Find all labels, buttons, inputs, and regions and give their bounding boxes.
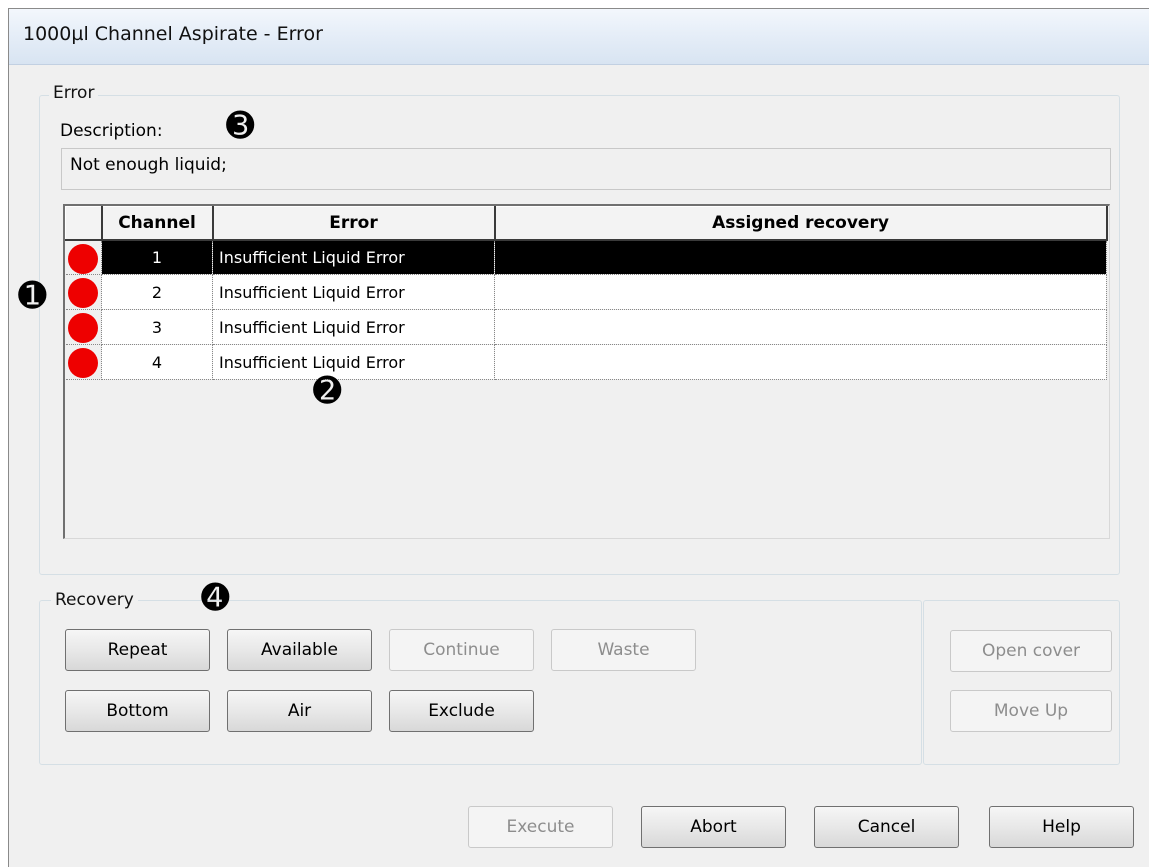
table-row[interactable]: 1 Insufficient Liquid Error xyxy=(65,239,1107,275)
column-header-error[interactable]: Error xyxy=(212,206,496,241)
annotation-marker-2: ➋ xyxy=(313,371,342,411)
error-cell[interactable]: Insufficient Liquid Error xyxy=(212,274,495,310)
status-cell xyxy=(65,309,102,345)
error-cell[interactable]: Insufficient Liquid Error xyxy=(212,239,495,275)
error-cell[interactable]: Insufficient Liquid Error xyxy=(212,344,495,380)
available-button[interactable]: Available xyxy=(227,629,372,671)
recovery-groupbox xyxy=(39,600,922,765)
assigned-recovery-cell[interactable] xyxy=(494,309,1107,345)
table-row[interactable]: 4 Insufficient Liquid Error xyxy=(65,344,1107,380)
column-header-status[interactable] xyxy=(65,206,103,241)
channel-cell[interactable]: 1 xyxy=(101,239,213,275)
recovery-group-label: Recovery xyxy=(51,590,138,610)
window-title: 1000µl Channel Aspirate - Error xyxy=(23,23,323,45)
table-header-row: Channel Error Assigned recovery xyxy=(65,206,1108,241)
error-status-indicator xyxy=(67,243,98,274)
description-field: Not enough liquid; xyxy=(61,148,1111,190)
repeat-button[interactable]: Repeat xyxy=(65,629,210,671)
annotation-marker-3: ➌ xyxy=(226,106,255,146)
help-button[interactable]: Help xyxy=(989,806,1134,848)
open-cover-button[interactable]: Open cover xyxy=(950,630,1112,672)
channel-cell[interactable]: 4 xyxy=(101,344,213,380)
error-group-label: Error xyxy=(49,83,99,103)
move-up-button[interactable]: Move Up xyxy=(950,690,1112,732)
cover-groupbox xyxy=(923,600,1120,765)
error-status-indicator xyxy=(67,278,98,308)
description-label: Description: xyxy=(60,121,163,141)
annotation-marker-1: ➊ xyxy=(18,276,47,316)
status-cell xyxy=(65,274,102,310)
error-grid[interactable]: Channel Error Assigned recovery 1 Insuff… xyxy=(63,204,1110,539)
abort-button[interactable]: Abort xyxy=(641,806,786,848)
error-table: Channel Error Assigned recovery 1 Insuff… xyxy=(65,206,1108,380)
exclude-button[interactable]: Exclude xyxy=(389,690,534,732)
title-bar[interactable]: 1000µl Channel Aspirate - Error xyxy=(9,9,1149,65)
execute-button[interactable]: Execute xyxy=(468,806,613,848)
assigned-recovery-cell[interactable] xyxy=(494,274,1107,310)
channel-cell[interactable]: 2 xyxy=(101,274,213,310)
assigned-recovery-cell[interactable] xyxy=(494,344,1107,380)
column-header-channel[interactable]: Channel xyxy=(101,206,214,241)
air-button[interactable]: Air xyxy=(227,690,372,732)
cancel-button[interactable]: Cancel xyxy=(814,806,959,848)
column-header-assigned-recovery[interactable]: Assigned recovery xyxy=(494,206,1108,241)
status-cell xyxy=(65,239,102,275)
waste-button[interactable]: Waste xyxy=(551,629,696,671)
channel-cell[interactable]: 3 xyxy=(101,309,213,345)
dialog-window: 1000µl Channel Aspirate - Error Error De… xyxy=(8,8,1149,867)
assigned-recovery-cell[interactable] xyxy=(494,239,1107,275)
table-row[interactable]: 2 Insufficient Liquid Error xyxy=(65,274,1107,310)
status-cell xyxy=(65,344,102,380)
table-row[interactable]: 3 Insufficient Liquid Error xyxy=(65,309,1107,345)
bottom-button[interactable]: Bottom xyxy=(65,690,210,732)
error-status-indicator xyxy=(67,348,98,378)
error-cell[interactable]: Insufficient Liquid Error xyxy=(212,309,495,345)
annotation-marker-4: ➍ xyxy=(201,578,230,618)
error-status-indicator xyxy=(67,313,98,343)
continue-button[interactable]: Continue xyxy=(389,629,534,671)
description-value: Not enough liquid; xyxy=(70,155,227,175)
